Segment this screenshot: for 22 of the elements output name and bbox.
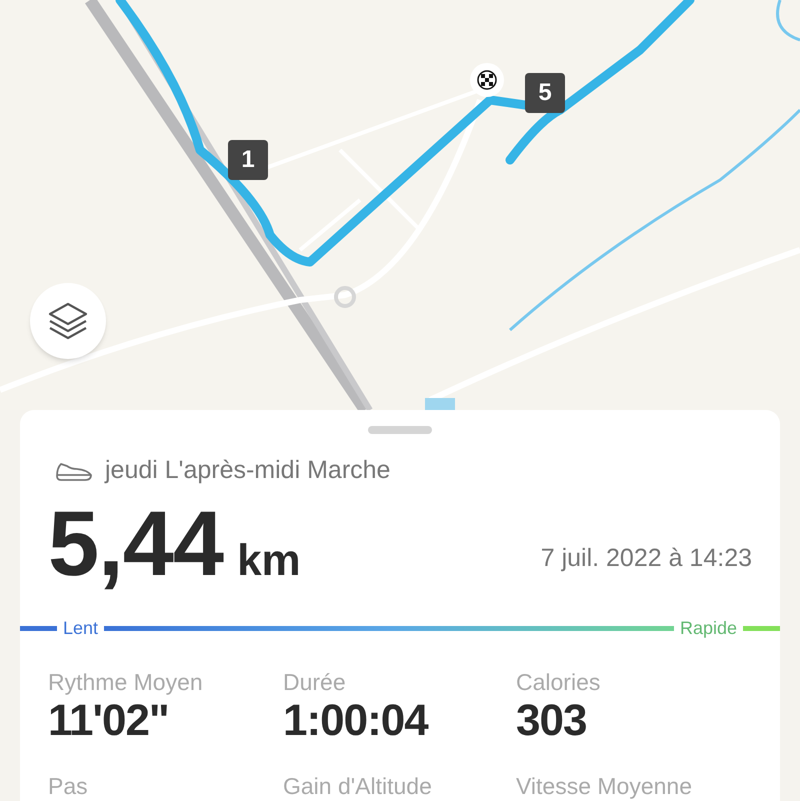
- finish-flag-icon: [469, 62, 505, 98]
- speed-bar-segment: [743, 626, 780, 630]
- activity-title: jeudi L'après-midi Marche: [105, 455, 390, 486]
- drag-handle[interactable]: [368, 426, 432, 434]
- slow-label: Lent: [63, 618, 98, 638]
- stat-label: Pas: [48, 772, 89, 800]
- stat-value: 1:00:04: [283, 696, 430, 746]
- kilometer-marker[interactable]: 1: [228, 140, 268, 180]
- activity-date: 7 juil. 2022 à 14:23: [540, 543, 752, 574]
- stat-label: Rythme Moyen: [48, 668, 204, 696]
- distance-unit: km: [237, 534, 301, 586]
- stat-value: 303: [516, 696, 588, 746]
- stat-value: 11'02": [48, 696, 170, 746]
- stat-label: Gain d'Altitude: [283, 772, 433, 800]
- stat-label: Calories: [516, 668, 602, 696]
- stat-label: Vitesse Moyenne: [516, 772, 694, 800]
- speed-bar-segment: [20, 626, 57, 630]
- layers-icon: [48, 302, 88, 340]
- stat-label: Durée: [283, 668, 347, 696]
- fast-label: Rapide: [680, 618, 737, 638]
- kilometer-marker[interactable]: 5: [525, 73, 565, 113]
- distance-value: 5,44: [48, 494, 224, 594]
